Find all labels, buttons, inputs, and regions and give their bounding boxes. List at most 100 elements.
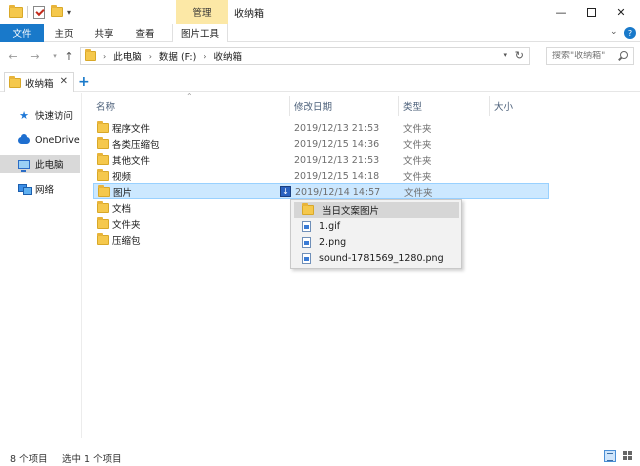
folder-icon: [97, 121, 109, 135]
details-view-icon[interactable]: [604, 450, 616, 462]
folder-icon: [97, 217, 109, 231]
recent-locations-chevron-icon[interactable]: ▾: [48, 48, 62, 64]
popup-item-folder[interactable]: 当日文案图片: [294, 202, 459, 218]
column-header-name[interactable]: 名称: [96, 98, 115, 114]
popup-item-label: 1.gif: [319, 220, 341, 232]
popup-item-file[interactable]: 2.png: [294, 234, 459, 250]
column-divider[interactable]: [489, 96, 490, 116]
tab-share[interactable]: 共享: [84, 24, 124, 42]
folder-icon: [97, 201, 109, 215]
image-file-icon: [302, 236, 311, 248]
nav-item-label: 此电脑: [35, 160, 64, 171]
column-header-type[interactable]: 类型: [403, 98, 422, 114]
file-date: 2019/12/14 14:57: [295, 186, 381, 198]
nav-item-onedrive[interactable]: OneDrive: [0, 131, 80, 149]
crumb-separator-icon[interactable]: ›: [103, 52, 106, 61]
up-arrow-icon[interactable]: ↑: [62, 48, 76, 64]
network-icon: [18, 184, 32, 195]
file-date: 2019/12/15 14:36: [294, 138, 380, 150]
folder-icon: [97, 233, 109, 247]
properties-check-icon[interactable]: [32, 5, 46, 19]
folder-icon: [97, 153, 109, 167]
file-name: 程序文件: [112, 124, 151, 135]
title-divider: [27, 6, 28, 18]
table-row[interactable]: 视频 2019/12/15 14:18 文件夹: [93, 168, 549, 184]
file-date: 2019/12/13 21:53: [294, 122, 380, 134]
ribbon-tabs: 文件 主页 共享 查看 图片工具 ⌄ ?: [0, 24, 640, 42]
help-icon[interactable]: ?: [624, 27, 636, 39]
maximize-button[interactable]: [576, 0, 606, 24]
nav-item-label: 快速访问: [35, 111, 74, 122]
popup-item-label: 当日文案图片: [322, 206, 380, 217]
sort-ascending-icon: ⌃: [186, 92, 193, 101]
table-row-selected[interactable]: 图片 ↓ 2019/12/14 14:57 文件夹: [93, 183, 549, 199]
back-arrow-icon[interactable]: ←: [6, 48, 20, 64]
file-name: 文档: [112, 204, 132, 215]
ribbon-expand-chevron-icon[interactable]: ⌄: [610, 27, 618, 37]
file-name: 视频: [112, 172, 132, 183]
nav-item-label: 网络: [35, 185, 55, 196]
breadcrumb-this-pc[interactable]: 此电脑: [113, 49, 142, 63]
folder-tab-strip: 收纳箱 ✕ +: [0, 70, 640, 92]
folder-icon: [97, 169, 109, 183]
customize-toolbar-dropdown-icon[interactable]: ▾: [64, 5, 74, 19]
table-row[interactable]: 程序文件 2019/12/13 21:53 文件夹: [93, 120, 549, 136]
search-input[interactable]: [552, 51, 618, 61]
star-icon: ★: [19, 108, 29, 122]
folder-icon: [302, 203, 314, 215]
file-name: 各类压缩包: [112, 140, 160, 151]
address-folder-icon: [85, 49, 96, 61]
tab-view[interactable]: 查看: [124, 24, 166, 42]
tab-file[interactable]: 文件: [0, 24, 44, 42]
popup-item-file[interactable]: 1.gif: [294, 218, 459, 234]
nav-item-network[interactable]: 网络: [0, 180, 80, 198]
selection-count: 选中 1 个项目: [62, 454, 122, 465]
popup-item-label: sound-1781569_1280.png: [319, 252, 444, 264]
quick-access-folder-icon[interactable]: [8, 4, 24, 19]
nav-item-this-pc[interactable]: 此电脑: [0, 155, 80, 173]
close-button[interactable]: ✕: [606, 0, 636, 24]
search-box[interactable]: [546, 47, 634, 65]
crumb-separator-icon[interactable]: ›: [149, 52, 152, 61]
title-bar: ▾ 管理 收纳箱 — ✕: [0, 0, 640, 24]
image-file-icon: [302, 252, 311, 264]
close-tab-icon[interactable]: ✕: [60, 76, 68, 87]
minimize-button[interactable]: —: [546, 0, 576, 24]
large-icons-view-icon[interactable]: [622, 450, 634, 462]
address-bar[interactable]: › 此电脑 › 数据 (F:) › 收纳箱 ▾ ↻: [80, 47, 530, 65]
status-bar: 8 个项目 选中 1 个项目: [0, 446, 640, 466]
nav-item-quick-access[interactable]: ★ 快速访问: [0, 106, 80, 124]
table-row[interactable]: 其他文件 2019/12/13 21:53 文件夹: [93, 152, 549, 168]
refresh-icon[interactable]: ↻: [515, 49, 524, 62]
breadcrumb-drive[interactable]: 数据 (F:): [159, 49, 196, 63]
add-tab-button[interactable]: +: [78, 74, 90, 90]
file-type: 文件夹: [403, 140, 432, 151]
column-header-date[interactable]: 修改日期: [294, 98, 332, 114]
popup-item-file[interactable]: sound-1781569_1280.png: [294, 250, 459, 266]
file-name: 图片: [113, 188, 133, 199]
file-type: 文件夹: [403, 124, 432, 135]
window-title: 收纳箱: [234, 9, 264, 20]
crumb-separator-icon[interactable]: ›: [203, 52, 206, 61]
new-folder-icon[interactable]: [50, 5, 64, 19]
table-row[interactable]: 各类压缩包 2019/12/15 14:36 文件夹: [93, 136, 549, 152]
forward-arrow-icon[interactable]: →: [28, 48, 42, 64]
column-divider[interactable]: [289, 96, 290, 116]
tab-home[interactable]: 主页: [44, 24, 84, 42]
tab-picture-tools[interactable]: 图片工具: [172, 24, 228, 42]
breadcrumb-current-folder[interactable]: 收纳箱: [214, 49, 243, 63]
nav-item-label: OneDrive: [35, 134, 80, 146]
file-name: 其他文件: [112, 156, 151, 167]
file-type: 文件夹: [403, 172, 432, 183]
manage-context-tab[interactable]: 管理: [176, 0, 228, 24]
address-dropdown-icon[interactable]: ▾: [503, 51, 507, 59]
folder-icon: [9, 75, 21, 88]
address-row: ← → ▾ ↑ › 此电脑 › 数据 (F:) › 收纳箱 ▾ ↻: [0, 44, 640, 68]
item-count: 8 个项目: [10, 454, 48, 465]
column-header-size[interactable]: 大小: [494, 98, 513, 114]
column-divider[interactable]: [398, 96, 399, 116]
image-file-icon: [302, 220, 311, 232]
popup-item-label: 2.png: [319, 236, 347, 248]
file-date: 2019/12/13 21:53: [294, 154, 380, 166]
folder-tab[interactable]: 收纳箱 ✕: [4, 72, 74, 92]
